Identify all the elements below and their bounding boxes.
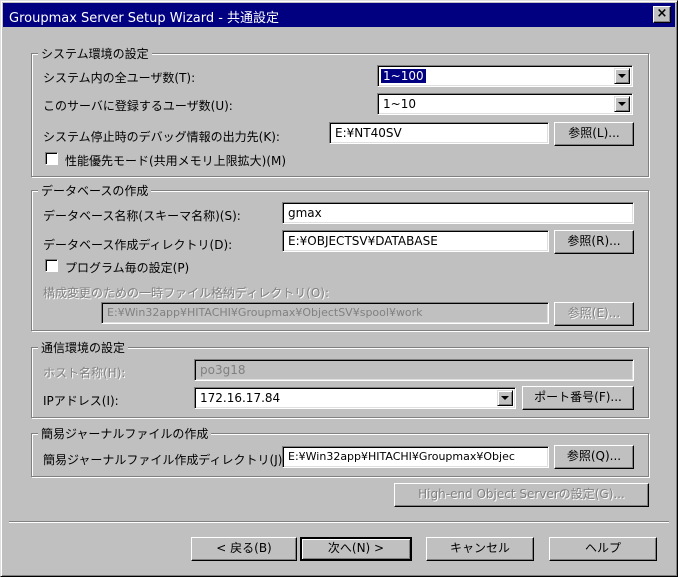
per-program-label: プログラム毎の設定(P) — [65, 261, 190, 275]
db-name-label: データベース名称(スキーマ名称)(S): — [43, 209, 241, 223]
journal-dir-label: 簡易ジャーナルファイル作成ディレクトリ(J): — [43, 453, 287, 467]
network-group-label: 通信環境の設定 — [38, 339, 129, 356]
db-name-input[interactable]: gmax — [282, 202, 634, 224]
system-env-group-label: システム環境の設定 — [38, 45, 152, 62]
total-users-value: 1~100 — [381, 69, 426, 83]
server-users-value: 1~10 — [383, 97, 416, 111]
database-group-label: データベースの作成 — [38, 182, 152, 199]
temp-dir-browse-button[interactable]: 参照(E)... — [554, 302, 634, 326]
db-dir-browse-button[interactable]: 参照(R)... — [554, 230, 634, 254]
chevron-down-icon — [618, 102, 626, 106]
help-button[interactable]: ヘルプ — [549, 537, 657, 561]
highend-settings-button[interactable]: High-end Object Serverの設定(G)... — [394, 483, 649, 507]
debug-output-browse-button[interactable]: 参照(L)... — [554, 122, 634, 146]
ip-address-dropdown-button[interactable] — [497, 390, 513, 406]
per-program-checkbox[interactable] — [45, 259, 58, 272]
back-button[interactable]: < 戻る(B) — [191, 537, 297, 561]
chevron-down-icon — [501, 396, 509, 400]
ip-address-value: 172.16.17.84 — [200, 391, 281, 405]
title-bar[interactable]: Groupmax Server Setup Wizard - 共通設定 × — [3, 3, 675, 27]
chevron-down-icon — [618, 74, 626, 78]
server-users-dropdown-button[interactable] — [614, 96, 630, 112]
journal-dir-browse-button[interactable]: 参照(Q)... — [554, 445, 634, 469]
total-users-select[interactable]: 1~100 — [377, 65, 633, 87]
server-users-label: このサーバに登録するユーザ数(U): — [43, 99, 233, 113]
debug-output-label: システム停止時のデバッグ情報の出力先(K): — [43, 130, 280, 144]
close-icon: × — [656, 6, 668, 21]
total-users-dropdown-button[interactable] — [614, 68, 630, 84]
perf-priority-label: 性能優先モード(共用メモリ上限拡大)(M) — [65, 154, 287, 168]
close-button[interactable]: × — [653, 6, 671, 23]
journal-group-label: 簡易ジャーナルファイルの作成 — [38, 425, 212, 442]
server-users-select[interactable]: 1~10 — [377, 93, 633, 115]
db-dir-input[interactable]: E:¥OBJECTSV¥DATABASE — [282, 230, 549, 252]
total-users-label: システム内の全ユーザ数(T): — [43, 71, 196, 85]
perf-priority-checkbox[interactable] — [45, 152, 58, 165]
next-button[interactable]: 次へ(N) > — [300, 537, 412, 561]
ip-address-label: IPアドレス(I): — [43, 394, 119, 408]
port-number-button[interactable]: ポート番号(F)... — [522, 386, 634, 410]
host-name-label: ホスト名称(H): — [43, 366, 126, 380]
temp-dir-input[interactable]: E:¥Win32app¥HITACHI¥Groupmax¥ObjectSV¥sp… — [101, 302, 549, 324]
host-name-input[interactable]: po3g18 — [194, 359, 634, 381]
window-title: Groupmax Server Setup Wizard - 共通設定 — [9, 11, 280, 26]
db-dir-label: データベース作成ディレクトリ(D): — [43, 238, 233, 252]
ip-address-select[interactable]: 172.16.17.84 — [194, 387, 516, 409]
debug-output-input[interactable]: E:¥NT40SV — [329, 122, 549, 144]
setup-wizard-window: Groupmax Server Setup Wizard - 共通設定 × シス… — [0, 0, 678, 577]
footer-separator — [9, 521, 669, 523]
journal-dir-input[interactable]: E:¥Win32app¥HITACHI¥Groupmax¥Objec — [282, 446, 549, 468]
temp-dir-label: 構成変更のための一時ファイル格納ディレクトリ(O): — [43, 286, 330, 300]
cancel-button[interactable]: キャンセル — [426, 537, 534, 561]
